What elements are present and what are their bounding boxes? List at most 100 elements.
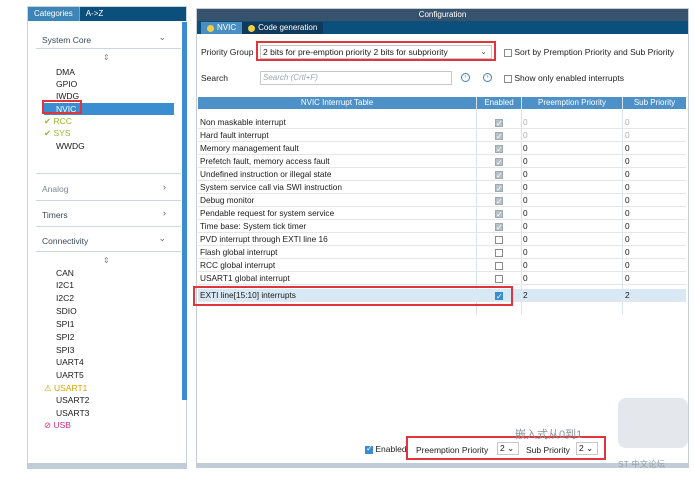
item-sys[interactable]: ✔ SYS: [44, 128, 71, 139]
item-sdio[interactable]: SDIO: [56, 306, 77, 316]
table-row[interactable]: Flash global interrupt 0 0: [198, 246, 686, 259]
chevron-down-icon[interactable]: ⌄: [158, 32, 166, 43]
show-enabled-option[interactable]: Show only enabled interrupts: [504, 73, 624, 83]
enabled-checkbox[interactable]: [495, 168, 503, 182]
item-spi2[interactable]: SPI2: [56, 332, 74, 342]
preemption-value[interactable]: 0: [523, 194, 528, 207]
table-row[interactable]: RCC global interrupt 0 0: [198, 259, 686, 272]
sub-priority-value[interactable]: 0: [625, 272, 630, 285]
col-enabled[interactable]: Enabled: [477, 97, 521, 109]
sort-icon[interactable]: ⇕: [103, 256, 110, 265]
system-core-header[interactable]: System Core: [42, 35, 91, 45]
table-row[interactable]: System service call via SWI instruction 0…: [198, 181, 686, 195]
sub-priority-value[interactable]: 2: [625, 289, 630, 302]
sub-priority-value[interactable]: 0: [625, 259, 630, 272]
show-enabled-checkbox[interactable]: [504, 74, 512, 83]
left-scrollbar[interactable]: [182, 22, 187, 400]
enabled-checkbox[interactable]: [495, 129, 503, 143]
chevron-down-icon[interactable]: ⌄: [158, 233, 166, 244]
table-row[interactable]: USART1 global interrupt 0 0: [198, 272, 686, 285]
table-row[interactable]: Debug monitor 0 0: [198, 194, 686, 208]
enabled-checkbox[interactable]: [495, 116, 503, 130]
left-horizontal-scrollbar[interactable]: [27, 463, 187, 469]
col-sub-priority[interactable]: Sub Priority: [623, 97, 686, 109]
enabled-checkbox[interactable]: [495, 181, 503, 195]
enabled-checkbox[interactable]: [495, 233, 503, 246]
enabled-checkbox[interactable]: [495, 155, 503, 169]
table-row[interactable]: Memory management fault 0 0: [198, 142, 686, 156]
enabled-checkbox[interactable]: [495, 194, 503, 208]
enabled-checkbox[interactable]: [495, 220, 503, 234]
enabled-checkbox[interactable]: [495, 207, 503, 221]
connectivity-header[interactable]: Connectivity: [42, 236, 88, 246]
chevron-right-icon[interactable]: ›: [163, 182, 166, 192]
tab-a-z[interactable]: A->Z: [78, 7, 110, 21]
item-uart5[interactable]: UART5: [56, 370, 84, 380]
sort-icon[interactable]: ⇕: [103, 53, 110, 62]
preemption-value[interactable]: 0: [523, 220, 528, 233]
tab-code-generation[interactable]: Code generation: [242, 22, 324, 34]
sort-priority-option[interactable]: Sort by Premption Priority and Sub Prior…: [504, 47, 674, 57]
item-i2c1[interactable]: I2C1: [56, 280, 74, 290]
item-i2c2[interactable]: I2C2: [56, 293, 74, 303]
table-row[interactable]: Pendable request for system service 0 0: [198, 207, 686, 221]
item-gpio[interactable]: GPIO: [56, 79, 77, 89]
preemption-value[interactable]: 0: [523, 129, 528, 142]
sub-priority-value[interactable]: 0: [625, 181, 630, 194]
preemption-value[interactable]: 0: [523, 259, 528, 272]
search-next-icon[interactable]: ›: [483, 73, 492, 82]
table-row[interactable]: Hard fault interrupt 0 0: [198, 129, 686, 143]
bottom-enabled-option[interactable]: Enabled: [365, 444, 407, 454]
preemption-value[interactable]: 0: [523, 116, 528, 129]
sub-priority-value[interactable]: 0: [625, 194, 630, 207]
item-dma[interactable]: DMA: [56, 67, 75, 77]
table-row[interactable]: Non maskable interrupt 0 0: [198, 116, 686, 130]
item-usb[interactable]: ⊘ USB: [44, 420, 71, 431]
table-row[interactable]: Undefined instruction or illegal state 0 0: [198, 168, 686, 182]
sub-priority-value[interactable]: 0: [625, 246, 630, 259]
search-prev-icon[interactable]: ‹: [461, 73, 470, 82]
sub-priority-value[interactable]: 0: [625, 129, 630, 142]
preemption-value[interactable]: 0: [523, 168, 528, 181]
sub-priority-value[interactable]: 0: [625, 220, 630, 233]
enabled-checkbox[interactable]: [495, 246, 503, 259]
sub-priority-value[interactable]: 0: [625, 168, 630, 181]
tab-nvic[interactable]: NVIC: [201, 22, 243, 34]
table-row[interactable]: PVD interrupt through EXTI line 16 0 0: [198, 233, 686, 246]
item-spi3[interactable]: SPI3: [56, 345, 74, 355]
col-preemption[interactable]: Preemption Priority: [522, 97, 622, 109]
item-usart2[interactable]: USART2: [56, 395, 89, 405]
preemption-value[interactable]: 2: [523, 289, 528, 302]
table-row[interactable]: Time base: System tick timer 0 0: [198, 220, 686, 234]
sub-priority-value[interactable]: 0: [625, 142, 630, 155]
item-rcc[interactable]: ✔ RCC: [44, 116, 72, 127]
table-row[interactable]: Prefetch fault, memory access fault 0 0: [198, 155, 686, 169]
preemption-value[interactable]: 0: [523, 207, 528, 220]
sub-priority-value[interactable]: 0: [625, 207, 630, 220]
bottom-enabled-checkbox[interactable]: [365, 444, 373, 454]
preemption-value[interactable]: 0: [523, 272, 528, 285]
sub-priority-value[interactable]: 0: [625, 233, 630, 246]
item-can[interactable]: CAN: [56, 268, 74, 278]
enabled-checkbox[interactable]: [495, 272, 503, 285]
sub-priority-value[interactable]: 0: [625, 155, 630, 168]
item-wwdg[interactable]: WWDG: [56, 141, 85, 151]
sub-priority-value[interactable]: 0: [625, 116, 630, 129]
item-spi1[interactable]: SPI1: [56, 319, 74, 329]
analog-header[interactable]: Analog: [42, 184, 68, 194]
preemption-value[interactable]: 0: [523, 246, 528, 259]
preemption-value[interactable]: 0: [523, 155, 528, 168]
timers-header[interactable]: Timers: [42, 210, 68, 220]
right-horizontal-scrollbar[interactable]: [196, 463, 689, 468]
enabled-checkbox[interactable]: [495, 142, 503, 156]
tab-categories[interactable]: Categories: [28, 7, 79, 21]
search-input[interactable]: Search (Crtl+F): [260, 71, 452, 85]
sort-checkbox[interactable]: [504, 48, 512, 57]
preemption-value[interactable]: 0: [523, 142, 528, 155]
chevron-right-icon[interactable]: ›: [163, 208, 166, 218]
enabled-checkbox[interactable]: [495, 259, 503, 272]
item-usart3[interactable]: USART3: [56, 408, 89, 418]
preemption-value[interactable]: 0: [523, 233, 528, 246]
item-uart4[interactable]: UART4: [56, 357, 84, 367]
item-usart1[interactable]: ⚠ USART1: [44, 383, 87, 394]
